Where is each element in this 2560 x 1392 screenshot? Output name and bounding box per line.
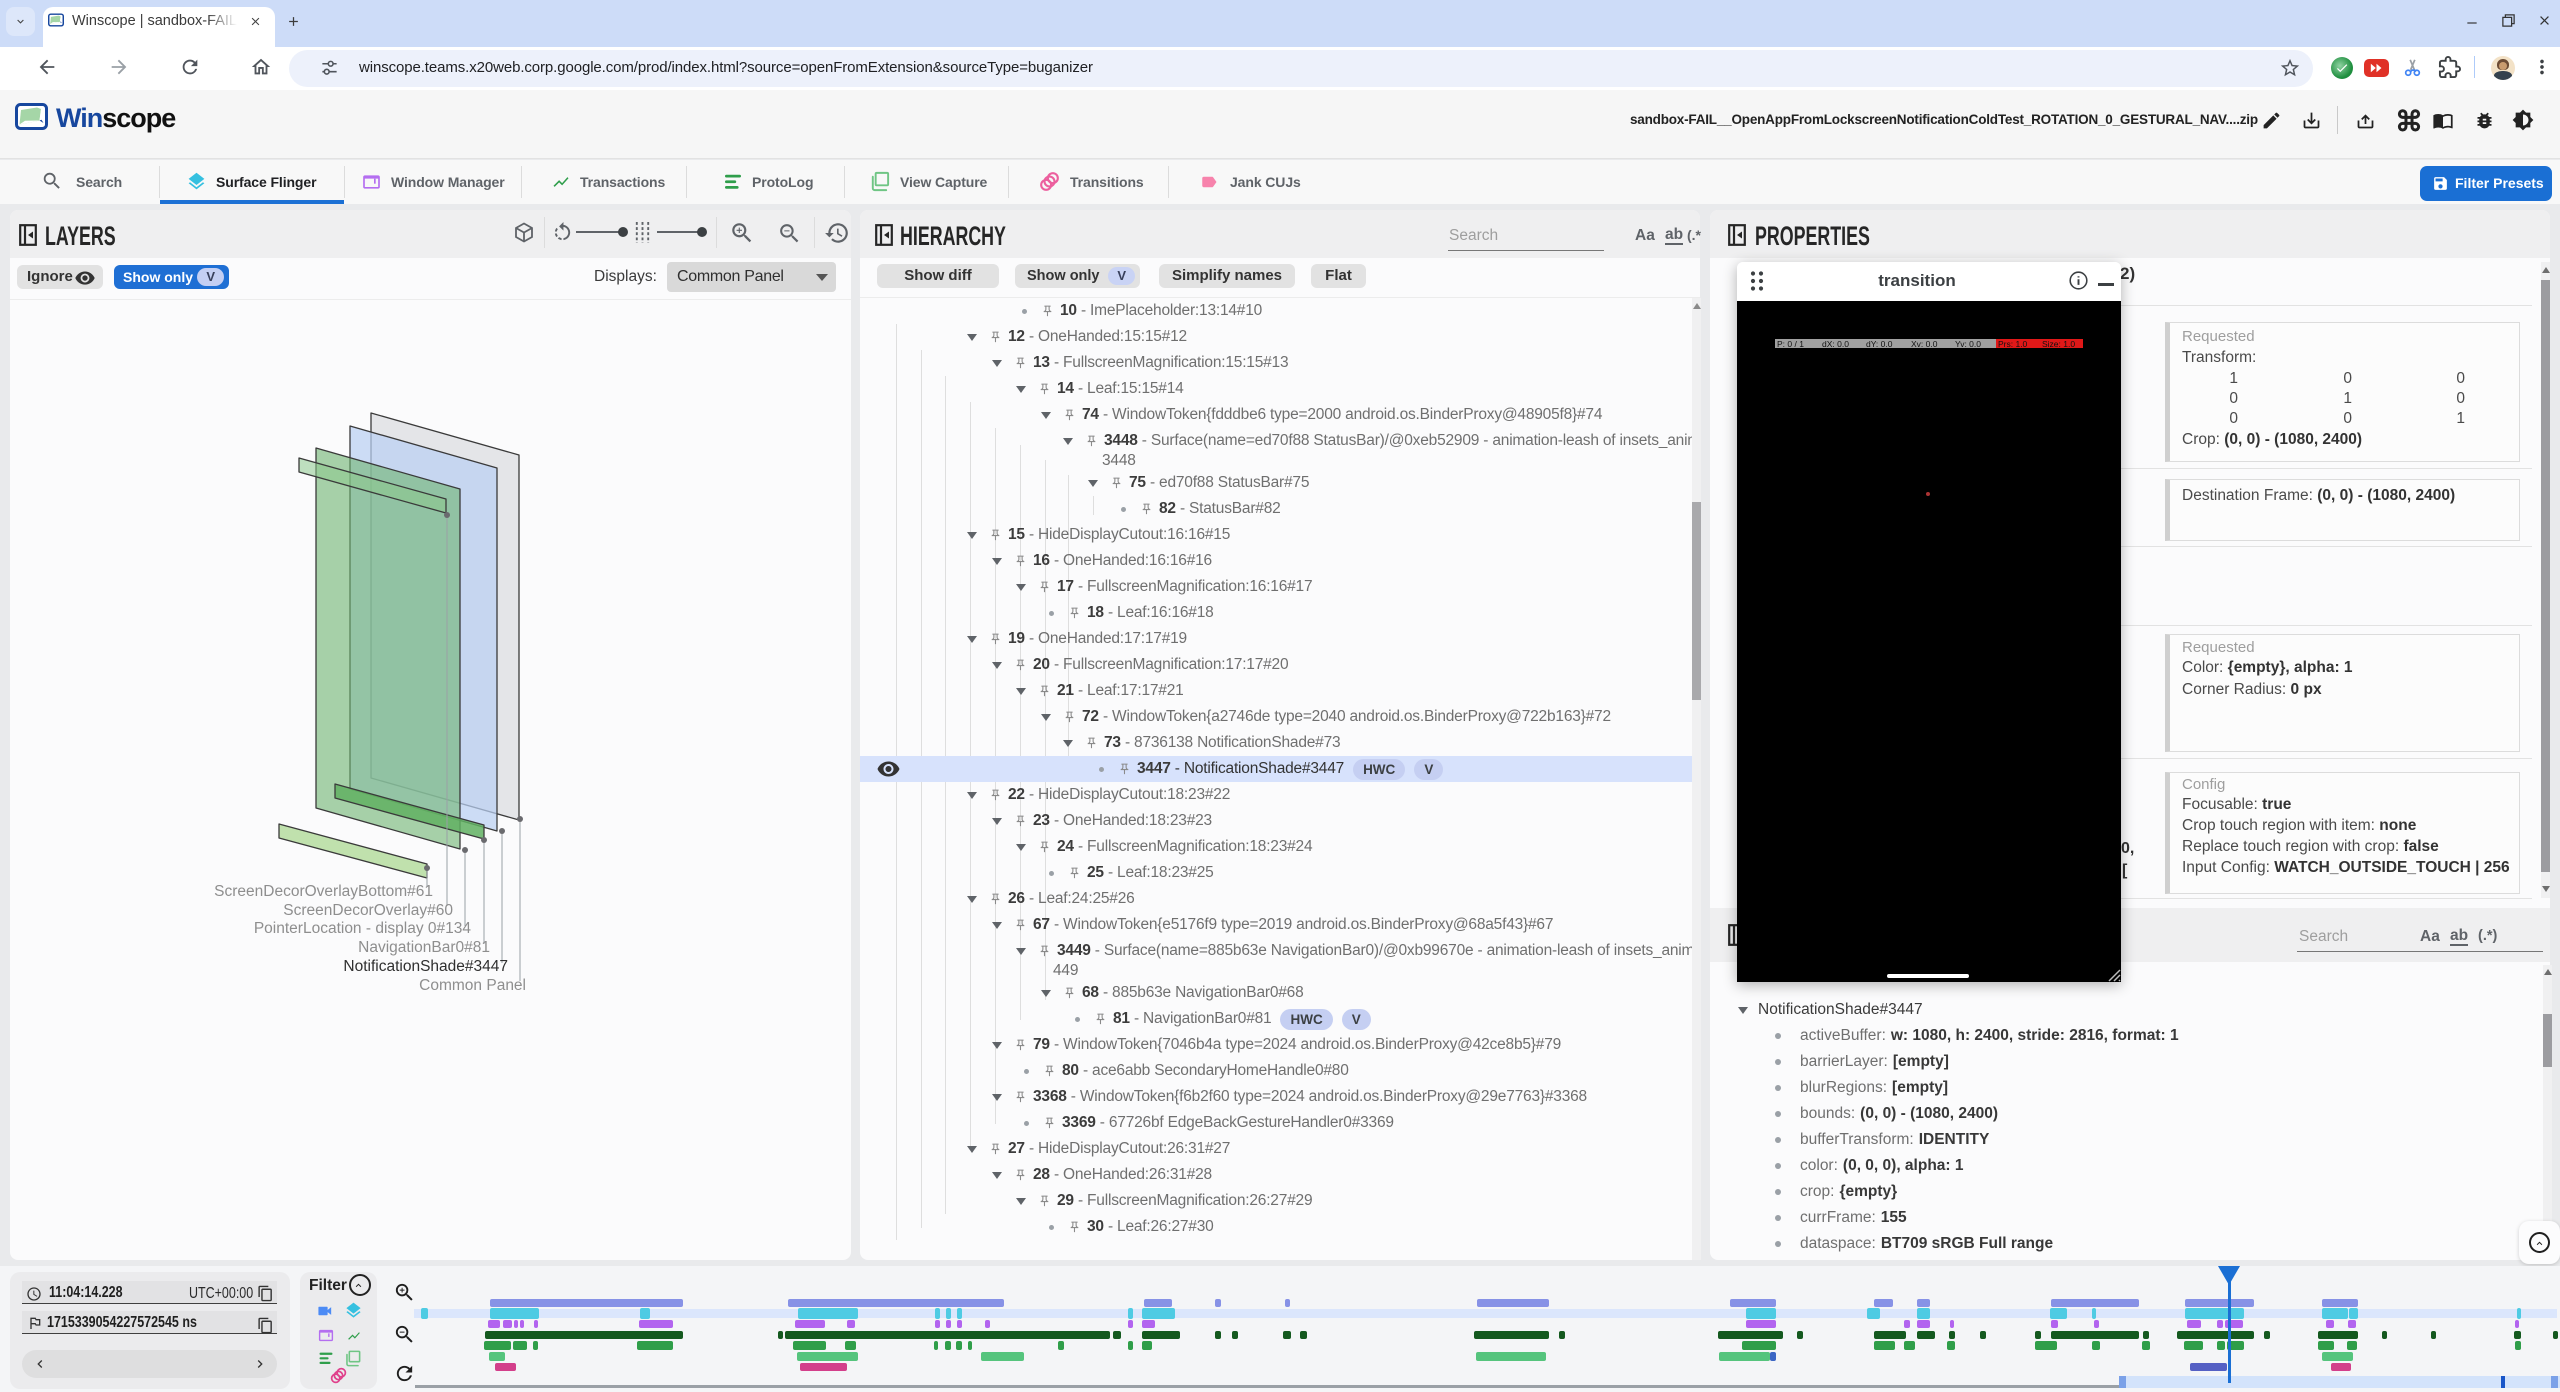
svg-text:PointerLocation - display 0#13: PointerLocation - display 0#134 (254, 920, 472, 937)
svg-text:ScreenDecorOverlay#60: ScreenDecorOverlay#60 (283, 902, 453, 919)
svg-text:Common Panel: Common Panel (419, 977, 526, 994)
svg-text:NotificationShade#3447: NotificationShade#3447 (343, 958, 508, 975)
svg-text:ScreenDecorOverlayBottom#61: ScreenDecorOverlayBottom#61 (214, 883, 433, 900)
svg-text:NavigationBar0#81: NavigationBar0#81 (358, 939, 490, 956)
